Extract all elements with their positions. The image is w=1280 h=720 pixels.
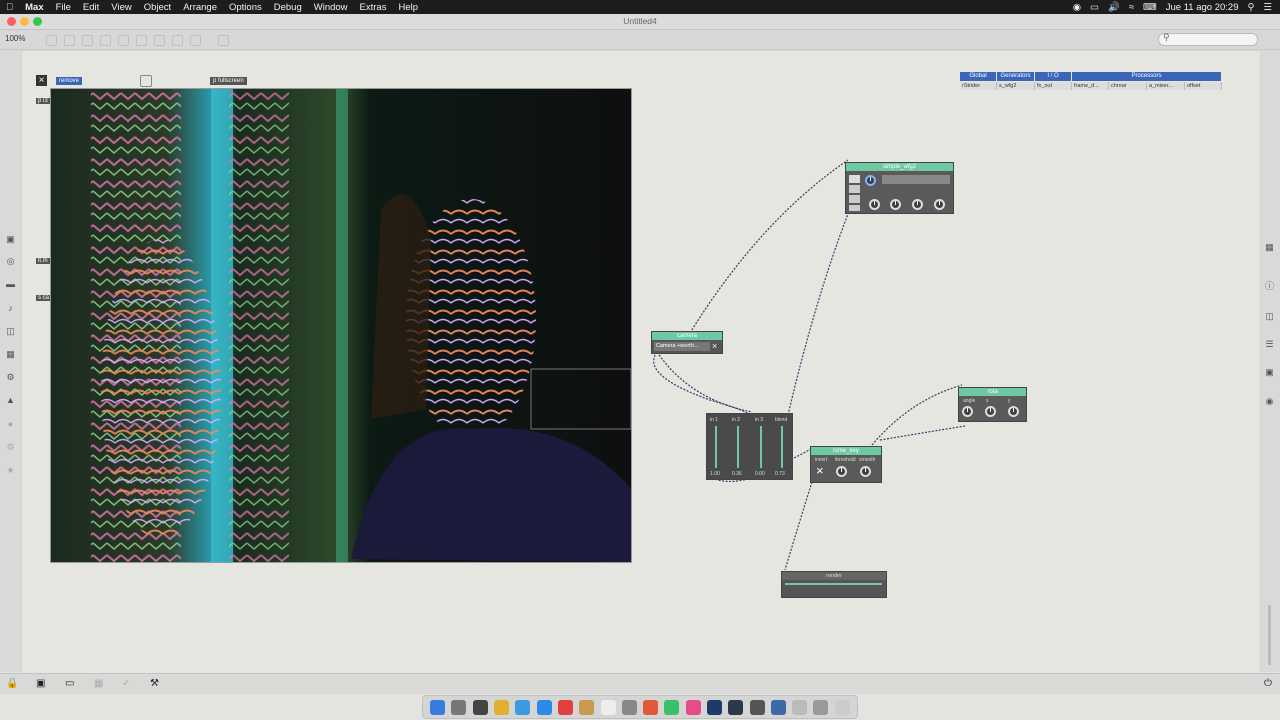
chrome-icon[interactable]: [494, 699, 510, 715]
camera-close-icon[interactable]: ×: [712, 341, 717, 351]
mixer-value-3: 0.00: [755, 471, 765, 477]
lumakey-label-2: threshold: [835, 457, 856, 463]
finder-icon[interactable]: [430, 699, 446, 715]
render-module[interactable]: render: [781, 571, 887, 598]
calendar-icon[interactable]: [557, 699, 573, 715]
mixer-label-4: blend: [775, 417, 788, 423]
mixer-label-2: in 2: [732, 417, 741, 423]
rota-angle-knob[interactable]: [962, 406, 973, 417]
lightroom-icon[interactable]: [728, 699, 744, 715]
rota-label-angle: angle: [963, 398, 976, 404]
mixer-value-2: 0.36: [732, 471, 742, 477]
threshold-knob[interactable]: [836, 466, 847, 477]
simple-wfg2-module[interactable]: simple_wfg2: [845, 162, 954, 214]
wave-button-3[interactable]: [849, 195, 860, 203]
folder-icon[interactable]: [813, 699, 829, 715]
utility-icon[interactable]: [770, 699, 786, 715]
rota-label-x: x: [986, 398, 989, 404]
mixer-value-4: 0.73: [775, 471, 785, 477]
smooth-knob[interactable]: [860, 466, 871, 477]
wave-button-4[interactable]: [849, 205, 860, 211]
wrench-icon[interactable]: ⚒: [150, 678, 159, 689]
wfg-knob-4[interactable]: [934, 199, 945, 210]
wave-button[interactable]: [849, 175, 860, 183]
max-icon[interactable]: [749, 699, 765, 715]
lumakey-title: lume_key: [811, 447, 881, 455]
rota-y-knob[interactable]: [1008, 406, 1019, 417]
render-meter: [785, 583, 882, 585]
wave-selector[interactable]: [882, 175, 950, 184]
patch-cables: [653, 159, 966, 571]
music-icon[interactable]: [685, 699, 701, 715]
launchpad-icon[interactable]: [472, 699, 488, 715]
tab-generators[interactable]: Generators: [997, 72, 1035, 81]
power-icon[interactable]: ⏻: [1264, 678, 1272, 689]
camera-title: camera: [652, 332, 722, 340]
rota-module[interactable]: rota angle x y: [958, 387, 1027, 422]
mixer-label-1: in 1: [710, 417, 719, 423]
trash-icon[interactable]: [834, 699, 850, 715]
appstore-icon[interactable]: [536, 699, 552, 715]
mixer-slider-3[interactable]: [760, 426, 762, 468]
render-title: render: [782, 572, 886, 580]
presentation-icon[interactable]: ▣: [36, 678, 45, 689]
snap-icon[interactable]: ✓: [122, 678, 130, 689]
mixer-slider-1[interactable]: [715, 426, 717, 468]
bpatcher-tabs: Global Generators I / O Processors rStri…: [960, 72, 1222, 90]
notes-icon[interactable]: [579, 699, 595, 715]
lock-icon[interactable]: 🔒: [6, 678, 18, 689]
menu-io[interactable]: fx_out: [1035, 82, 1072, 90]
menu-global[interactable]: rStrider: [960, 82, 997, 90]
camera-device-menu[interactable]: Camera +worth...: [654, 342, 710, 351]
preview-icon[interactable]: [621, 699, 637, 715]
menu-generators[interactable]: s_wfg2: [997, 82, 1035, 90]
textedit-icon[interactable]: [600, 699, 616, 715]
rota-title: rota: [959, 388, 1026, 396]
wfg-knob-2[interactable]: [890, 199, 901, 210]
lumakey-module[interactable]: lume_key invert threshold smooth ×: [810, 446, 882, 483]
menu-processor-2[interactable]: chroar: [1109, 82, 1147, 90]
mixer-slider-4[interactable]: [781, 426, 783, 468]
photoshop-icon[interactable]: [707, 699, 722, 715]
invert-toggle-icon[interactable]: ×: [816, 464, 824, 477]
menu-processor-4[interactable]: offset: [1185, 82, 1222, 90]
wfg-knob-main[interactable]: [865, 175, 876, 186]
settings-icon[interactable]: [451, 699, 467, 715]
rota-x-knob[interactable]: [985, 406, 996, 417]
window-icon[interactable]: ▭: [65, 678, 74, 689]
simple-wfg2-title: simple_wfg2: [846, 163, 953, 171]
rota-label-y: y: [1008, 398, 1011, 404]
safari-icon[interactable]: [515, 699, 531, 715]
mixer-slider-2[interactable]: [737, 426, 739, 468]
mixer-module[interactable]: in 1 in 2 in 3 blend 1.00 0.36 0.00 0.73: [706, 413, 793, 480]
mixer-value-1: 1.00: [710, 471, 720, 477]
menu-processor-3[interactable]: a_mixer...: [1147, 82, 1185, 90]
wfg-knob-1[interactable]: [869, 199, 880, 210]
patcher-bottom-bar: 🔒 ▣ ▭ ▦ ✓ ⚒ ⏻: [0, 673, 1280, 694]
photos-icon[interactable]: [643, 699, 659, 715]
menu-processor-1[interactable]: frame_d...: [1072, 82, 1109, 90]
downloads-icon[interactable]: [792, 699, 808, 715]
tab-global[interactable]: Global: [960, 72, 997, 81]
dock: [422, 695, 858, 719]
camera-module[interactable]: camera Camera +worth... ×: [651, 331, 723, 354]
wfg-knob-3[interactable]: [912, 199, 923, 210]
tab-io[interactable]: I / O: [1035, 72, 1072, 81]
tab-processors[interactable]: Processors: [1072, 72, 1222, 81]
wave-button-2[interactable]: [849, 185, 860, 193]
facetime-icon[interactable]: [664, 699, 680, 715]
grid-toggle-icon[interactable]: ▦: [94, 678, 103, 689]
lumakey-label-3: smooth: [859, 457, 876, 463]
mixer-label-3: in 3: [755, 417, 764, 423]
